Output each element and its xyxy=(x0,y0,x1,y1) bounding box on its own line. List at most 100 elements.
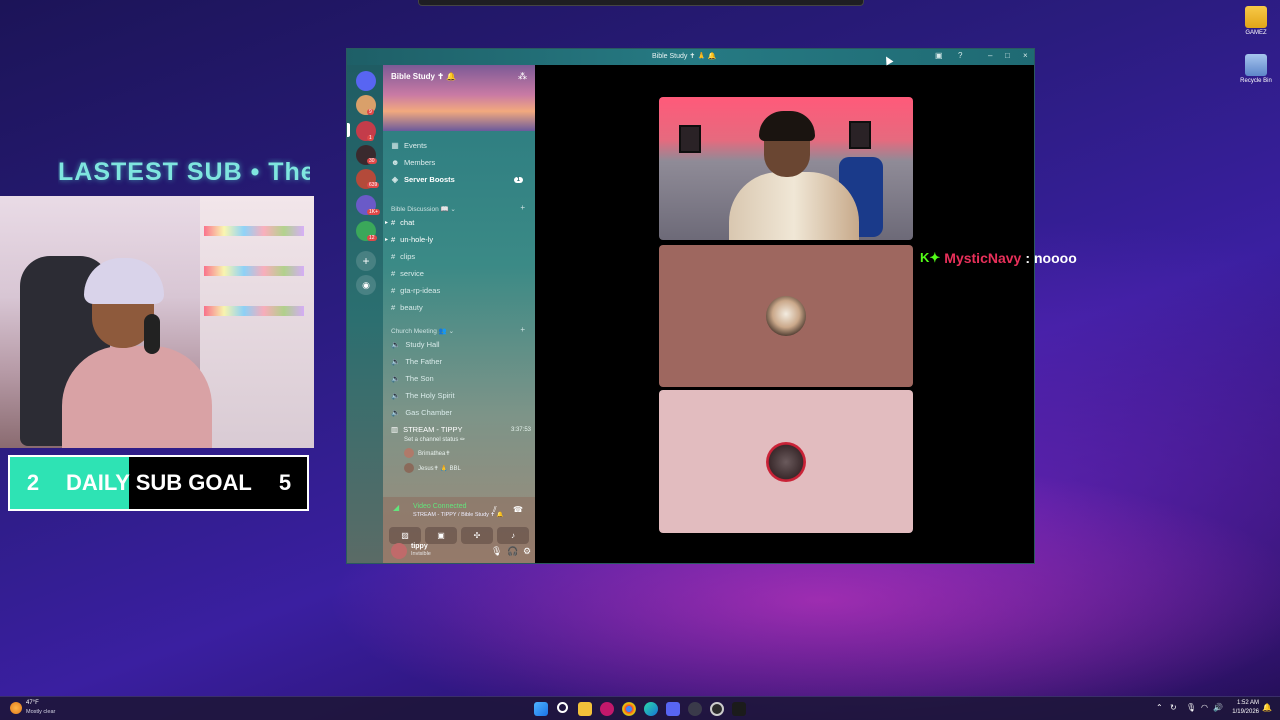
discover-icon[interactable]: ◉ xyxy=(356,275,376,295)
nav-label: Members xyxy=(404,158,436,167)
stream-icon: ▥ xyxy=(391,425,399,434)
gear-icon[interactable]: ⚙ xyxy=(523,546,531,557)
video-stage xyxy=(535,65,1034,563)
edge-icon[interactable] xyxy=(644,702,658,716)
discord-icon[interactable] xyxy=(666,702,680,716)
weather-icon[interactable] xyxy=(10,702,22,714)
wall-poster xyxy=(849,121,871,149)
chevron-down-icon: ⌄ xyxy=(450,206,456,213)
desktop-icon-gamez[interactable]: GAMEZ xyxy=(1236,6,1276,36)
channel-label: The Holy Spirit xyxy=(405,391,455,400)
discord-home-icon[interactable] xyxy=(356,71,376,91)
hash-icon: # xyxy=(391,269,396,278)
server-badge: 30 xyxy=(367,158,377,164)
server-banner[interactable]: Bible Study ✝ 🔔 ⁂ xyxy=(383,65,535,131)
participant-body xyxy=(729,172,859,240)
streamlabs-icon[interactable] xyxy=(732,702,746,716)
wall-poster xyxy=(679,125,701,153)
category-label: Bible Discussion 📖 xyxy=(391,206,449,213)
start-button[interactable] xyxy=(534,702,548,716)
voice-channel-stream-tippy[interactable]: ▥ STREAM - TIPPY 3:37:53 xyxy=(391,425,531,434)
set-channel-status[interactable]: Set a channel status ✏ xyxy=(404,436,465,443)
voice-channel-gas-chamber[interactable]: 🔈 Gas Chamber xyxy=(391,408,531,417)
minimize-button[interactable]: – xyxy=(988,51,992,60)
user-panel: tippy Invisible 🎙 🎧 ⚙ xyxy=(383,537,535,563)
obs-icon[interactable] xyxy=(710,702,724,716)
desktop-icon-label: GAMEZ xyxy=(1245,30,1267,36)
channel-clips[interactable]: # clips xyxy=(391,252,531,261)
channel-label: un-hole-ly xyxy=(400,235,434,244)
add-server-icon[interactable]: + xyxy=(356,251,376,271)
avatar xyxy=(404,448,414,458)
channel-beauty[interactable]: # beauty xyxy=(391,303,531,312)
channel-status-label: Set a channel status ✏ xyxy=(404,437,466,443)
speaker-icon: 🔈 xyxy=(391,340,401,349)
unread-indicator-icon: ▸ xyxy=(385,220,389,226)
search-icon[interactable] xyxy=(557,702,568,713)
sync-icon[interactable]: ↻ xyxy=(1170,703,1177,712)
hash-icon: # xyxy=(391,286,396,295)
channel-un-hole-ly[interactable]: ▸ # un-hole-ly xyxy=(385,235,531,244)
video-tile-camera[interactable] xyxy=(659,97,913,240)
help-icon[interactable]: ? xyxy=(958,51,962,60)
invite-icon[interactable]: ⁂ xyxy=(518,71,527,82)
sub-goal-target: 5 xyxy=(278,470,292,495)
server-badge: 639 xyxy=(367,182,380,188)
latest-sub-ticker: LASTEST SUB • The xyxy=(58,158,310,186)
clock-time[interactable]: 1:52 AM xyxy=(1229,700,1259,706)
recycle-bin-icon xyxy=(1245,54,1267,76)
category-church-meeting[interactable]: Church Meeting 👥 ⌄ xyxy=(391,327,454,335)
channel-chat[interactable]: ▸ # chat xyxy=(385,218,531,227)
chevron-up-icon[interactable]: ⌃ xyxy=(1156,703,1163,712)
disconnect-icon[interactable]: ☎ xyxy=(513,505,523,514)
chat-username: MysticNavy xyxy=(944,250,1022,266)
signal-icon[interactable]: ◢ xyxy=(393,503,399,512)
chrome-icon[interactable] xyxy=(622,702,636,716)
server-badge: 12 xyxy=(367,235,377,241)
clock-date[interactable]: 1/19/2026 xyxy=(1222,709,1259,715)
weather-condition: Mostly clear xyxy=(26,709,56,715)
channel-service[interactable]: # service xyxy=(391,269,531,278)
notification-bell-icon[interactable]: 🔔 xyxy=(1262,703,1272,712)
voice-channel-study-hall[interactable]: 🔈 Study Hall xyxy=(391,340,531,349)
video-tile-avatar[interactable] xyxy=(659,390,913,533)
noise-suppression-icon[interactable]: ⫽ xyxy=(493,505,497,515)
voice-member[interactable]: Jesus✝ 🙏 BBL xyxy=(404,463,461,473)
stream-timer: 3:37:53 xyxy=(510,426,531,433)
nav-members[interactable]: ☻ Members xyxy=(391,158,435,167)
weather-temp: 47°F xyxy=(26,700,39,706)
inbox-icon[interactable]: ▣ xyxy=(935,51,943,60)
microphone-icon[interactable]: 🎙 xyxy=(491,546,502,557)
close-button[interactable]: × xyxy=(1023,51,1028,60)
app-icon[interactable] xyxy=(600,702,614,716)
voice-channel-the-son[interactable]: 🔈 The Son xyxy=(391,374,531,383)
window-title: Bible Study ✝ 🙏 🔔 xyxy=(652,53,717,60)
nav-events[interactable]: ▦ Events xyxy=(391,141,427,150)
microphone-icon xyxy=(144,314,160,354)
maximize-button[interactable]: □ xyxy=(1005,51,1010,60)
voice-member[interactable]: Brimathea✝ xyxy=(404,448,450,458)
add-channel-icon[interactable]: + xyxy=(520,203,525,212)
avatar xyxy=(766,296,806,336)
discord-titlebar[interactable]: Bible Study ✝ 🙏 🔔 ▣ ? – □ × xyxy=(347,49,1034,65)
nav-server-boosts[interactable]: ◈ Server Boosts 1 xyxy=(391,175,531,184)
headphones-icon[interactable]: 🎧 xyxy=(507,546,518,557)
app-icon[interactable] xyxy=(688,702,702,716)
microphone-icon[interactable]: 🎙 xyxy=(1186,703,1196,712)
file-explorer-icon[interactable] xyxy=(578,702,592,716)
wifi-icon[interactable]: ◠ xyxy=(1201,703,1208,712)
desktop-icon-label: Recycle Bin xyxy=(1240,78,1272,84)
category-bible-discussion[interactable]: Bible Discussion 📖 ⌄ xyxy=(391,205,456,213)
webcam-shelf-row xyxy=(204,226,304,236)
channel-gta-rp-ideas[interactable]: # gta-rp-ideas xyxy=(391,286,531,295)
desktop-icon-recycle-bin[interactable]: Recycle Bin xyxy=(1236,54,1276,84)
video-tile-avatar[interactable] xyxy=(659,245,913,387)
voice-channel-the-father[interactable]: 🔈 The Father xyxy=(391,357,531,366)
chat-text: noooo xyxy=(1034,250,1077,266)
top-window-edge xyxy=(418,0,864,6)
avatar[interactable] xyxy=(391,543,407,559)
chevron-down-icon: ⌄ xyxy=(448,328,455,335)
add-channel-icon[interactable]: + xyxy=(520,325,525,334)
voice-channel-the-holy-spirit[interactable]: 🔈 The Holy Spirit xyxy=(391,391,531,400)
category-label: Church Meeting 👥 xyxy=(391,328,447,335)
